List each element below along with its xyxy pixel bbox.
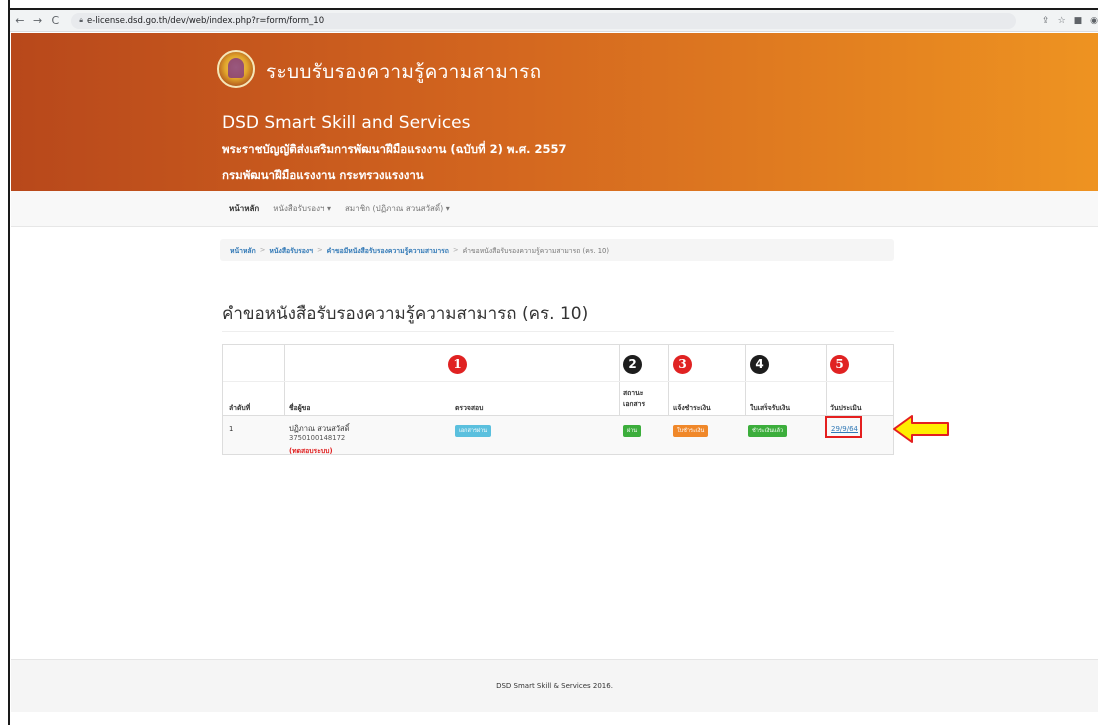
step-4-marker: 4	[750, 355, 769, 374]
reload-icon[interactable]: C	[48, 14, 64, 27]
nav-home[interactable]: หน้าหลัก	[229, 202, 259, 215]
dsd-logo	[217, 50, 255, 88]
breadcrumb-home[interactable]: หน้าหลัก	[230, 245, 256, 256]
header-act-line: พระราชบัญญัติส่งเสริมการพัฒนาฝีมือแรงงาน…	[222, 142, 567, 156]
col-header-eval-date: วันประเมิน	[830, 404, 862, 412]
breadcrumb: หน้าหลัก > หนังสือรับรองฯ > คำขอมีหนังสื…	[220, 239, 894, 261]
payment-notice-badge[interactable]: ใบชำระเงิน	[673, 425, 709, 437]
breadcrumb-separator: >	[452, 246, 459, 254]
sidebar-icon[interactable]: ■	[1074, 16, 1083, 26]
pointer-arrow-icon	[893, 415, 949, 443]
nav-certificates-dropdown[interactable]: หนังสือรับรองฯ ▾	[273, 202, 331, 215]
breadcrumb-certificates[interactable]: หนังสือรับรองฯ	[269, 245, 313, 256]
step-3-marker: 3	[673, 355, 692, 374]
back-icon[interactable]: ←	[12, 14, 28, 27]
screenshot-frame: ← → C 🔒︎ e-license.dsd.go.th/dev/web/ind…	[0, 0, 1098, 725]
col-header-order: ลำดับที่	[229, 404, 251, 412]
doc-status-badge: ผ่าน	[623, 425, 642, 437]
header-department-line: กรมพัฒนาฝีมือแรงงาน กระทรวงแรงงาน	[222, 168, 424, 182]
top-border	[0, 0, 1098, 10]
browser-toolbar: ← → C 🔒︎ e-license.dsd.go.th/dev/web/ind…	[10, 10, 1098, 32]
nav-member-dropdown[interactable]: สมาชิก (ปฏิภาณ สวนสวัสดิ์) ▾	[345, 202, 450, 215]
left-border	[0, 0, 10, 725]
forward-icon[interactable]: →	[30, 14, 46, 27]
breadcrumb-request[interactable]: คำขอมีหนังสือรับรองความรู้ความสามารถ	[327, 245, 449, 256]
col-header-name: ชื่อผู้ขอ	[289, 404, 311, 412]
check-status-badge[interactable]: เอกสารผ่าน	[455, 425, 491, 437]
row-test-note: (ทดสอบระบบ)	[289, 447, 333, 455]
row-applicant-id: 3750100148172	[289, 434, 346, 442]
address-bar[interactable]: 🔒︎ e-license.dsd.go.th/dev/web/index.php…	[71, 12, 1017, 29]
row-order: 1	[229, 425, 234, 433]
title-divider	[222, 331, 894, 332]
step-2-marker: 2	[623, 355, 642, 374]
step-5-marker: 5	[830, 355, 849, 374]
header-mid-divider	[223, 381, 893, 382]
col-header-doc-status-1: สถานะ	[623, 389, 644, 397]
main-navbar: หน้าหลัก หนังสือรับรองฯ ▾ สมาชิก (ปฏิภาณ…	[11, 191, 1098, 227]
highlight-box	[825, 416, 862, 438]
lock-icon: 🔒︎	[79, 16, 83, 24]
col-header-check: ตรวจสอบ	[455, 404, 484, 412]
col-header-payment: แจ้งชำระเงิน	[673, 404, 711, 412]
col-divider	[745, 345, 746, 415]
receipt-badge[interactable]: ชำระเงินแล้ว	[748, 425, 788, 437]
col-divider	[284, 345, 285, 415]
col-header-receipt: ใบเสร็จรับเงิน	[750, 404, 790, 412]
site-title: ระบบรับรองความรู้ความสามารถ	[266, 61, 542, 83]
breadcrumb-separator: >	[316, 246, 323, 254]
col-header-doc-status-2: เอกสาร	[623, 400, 646, 408]
share-icon[interactable]: ⇪	[1042, 16, 1050, 26]
breadcrumb-current: คำขอหนังสือรับรองความรู้ความสามารถ (คร. …	[462, 246, 610, 255]
col-divider	[668, 345, 669, 415]
breadcrumb-separator: >	[259, 246, 266, 254]
page-title: คำขอหนังสือรับรองความรู้ความสามารถ (คร. …	[222, 304, 589, 324]
step-1-marker: 1	[448, 355, 467, 374]
url-text: e-license.dsd.go.th/dev/web/index.php?r=…	[86, 15, 325, 26]
request-table: 1 2 3 4 5 ลำดับที่ ชื่อผู้ขอ ตรวจสอบ สถา…	[222, 344, 894, 455]
extension-icon[interactable]: ◉	[1090, 16, 1098, 26]
site-footer: DSD Smart Skill & Services 2016.	[11, 659, 1098, 712]
site-header: ระบบรับรองความรู้ความสามารถ DSD Smart Sk…	[11, 33, 1098, 191]
header-brand-line: DSD Smart Skill and Services	[222, 113, 471, 133]
bookmark-star-icon[interactable]: ☆	[1058, 16, 1066, 26]
col-divider	[619, 345, 620, 415]
col-divider	[826, 345, 827, 415]
